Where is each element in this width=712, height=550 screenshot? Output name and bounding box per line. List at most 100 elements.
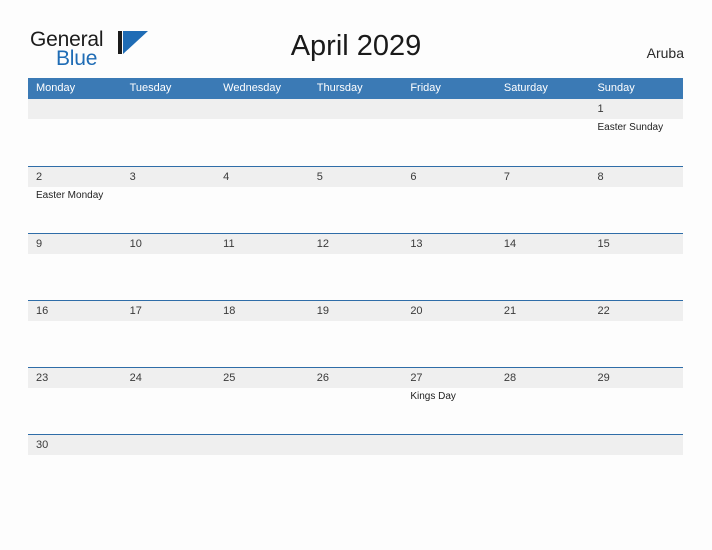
calendar-day-cell[interactable]: 7 <box>496 167 590 233</box>
calendar-week-row: 1 Easter Sunday <box>28 99 683 166</box>
page-title: April 2029 <box>290 30 422 62</box>
day-number: 14 <box>503 238 517 250</box>
day-number <box>504 99 590 119</box>
day-number: 2 <box>36 171 43 183</box>
day-number: 17 <box>129 305 142 317</box>
calendar-day-cell[interactable]: 6 <box>402 167 496 233</box>
calendar-week-cells: 2 Easter Monday 3 4 5 6 7 8 <box>28 167 683 233</box>
calendar-day-cell[interactable] <box>496 99 590 166</box>
calendar-day-cell[interactable]: 5 <box>309 167 403 233</box>
day-number: 20 <box>410 305 423 317</box>
calendar-day-cell[interactable]: 25 <box>215 368 309 434</box>
calendar-day-cell[interactable] <box>589 435 683 456</box>
day-number: 29 <box>597 372 610 384</box>
day-number: 13 <box>410 238 423 250</box>
page-header: General Blue April 2029 Aruba <box>0 0 712 78</box>
calendar-day-cell[interactable]: 20 <box>402 301 496 367</box>
calendar-day-cell[interactable]: 4 <box>215 167 309 233</box>
day-number: 22 <box>597 305 610 317</box>
day-number <box>130 435 216 455</box>
calendar-day-cell[interactable]: 9 <box>28 234 122 300</box>
calendar-day-cell[interactable] <box>309 99 403 166</box>
day-number: 1 <box>597 103 604 115</box>
calendar-day-cell[interactable] <box>215 99 309 166</box>
day-number <box>130 99 216 119</box>
weekday-header-wednesday: Wednesday <box>223 82 282 94</box>
day-number: 24 <box>129 372 142 384</box>
day-number: 27 <box>410 372 423 384</box>
calendar-day-cell[interactable] <box>402 99 496 166</box>
day-event-label: Kings Day <box>410 391 456 402</box>
calendar-day-cell[interactable] <box>309 435 403 456</box>
weekday-header-saturday: Saturday <box>503 82 548 94</box>
calendar-day-cell[interactable]: 22 <box>589 301 683 367</box>
day-event-label: Easter Monday <box>36 190 104 201</box>
calendar-day-cell[interactable] <box>215 435 309 456</box>
weekday-header-tuesday: Tuesday <box>129 82 172 94</box>
calendar-day-cell[interactable] <box>122 99 216 166</box>
weekday-header-row: Monday Tuesday Wednesday Thursday Friday… <box>28 78 683 99</box>
calendar-day-cell[interactable] <box>402 435 496 456</box>
calendar-week-row: 9 10 11 12 13 14 15 <box>28 233 683 300</box>
calendar-day-cell[interactable]: 3 <box>122 167 216 233</box>
calendar-day-cell[interactable]: 16 <box>28 301 122 367</box>
calendar-day-cell[interactable]: 2 Easter Monday <box>28 167 122 233</box>
day-number <box>504 435 590 455</box>
day-number <box>317 435 403 455</box>
calendar-day-cell[interactable]: 12 <box>309 234 403 300</box>
day-event-label: Easter Sunday <box>597 122 664 133</box>
calendar-day-cell[interactable]: 13 <box>402 234 496 300</box>
calendar-day-cell[interactable]: 30 <box>28 435 122 456</box>
calendar-day-cell[interactable]: 11 <box>215 234 309 300</box>
calendar-week-cells: 23 24 25 26 27 Kings Day 28 29 <box>28 368 683 434</box>
calendar-day-cell[interactable]: 14 <box>496 234 590 300</box>
calendar-week-row: 23 24 25 26 27 Kings Day 28 29 <box>28 367 683 434</box>
calendar-day-cell[interactable] <box>496 435 590 456</box>
day-number: 7 <box>503 171 511 183</box>
calendar-day-cell[interactable]: 1 Easter Sunday <box>589 99 683 166</box>
calendar-week-cells: 30 <box>28 435 683 456</box>
day-number: 21 <box>503 305 517 317</box>
day-number: 8 <box>597 171 604 183</box>
day-number <box>223 99 309 119</box>
day-number: 19 <box>316 305 329 317</box>
day-number: 16 <box>36 305 49 317</box>
day-number: 11 <box>223 238 235 250</box>
weekday-header-thursday: Thursday <box>316 82 363 94</box>
weekday-header-friday: Friday <box>410 82 441 94</box>
calendar-day-cell[interactable]: 27 Kings Day <box>402 368 496 434</box>
day-number: 28 <box>503 372 517 384</box>
calendar-day-cell[interactable]: 17 <box>122 301 216 367</box>
calendar-week-cells: 1 Easter Sunday <box>28 99 683 166</box>
day-number: 26 <box>316 372 329 384</box>
calendar-day-cell[interactable]: 21 <box>496 301 590 367</box>
calendar-day-cell[interactable]: 24 <box>122 368 216 434</box>
day-number: 18 <box>223 305 236 317</box>
calendar-day-cell[interactable]: 8 <box>589 167 683 233</box>
calendar-day-cell[interactable]: 15 <box>589 234 683 300</box>
day-number: 23 <box>36 372 49 384</box>
calendar-weeks: 1 Easter Sunday 2 Easter Monday 3 4 5 6 7 8 9 10 11 1… <box>28 99 683 456</box>
calendar-day-cell[interactable]: 29 <box>589 368 683 434</box>
calendar-day-cell[interactable]: 18 <box>215 301 309 367</box>
calendar-day-cell[interactable]: 26 <box>309 368 403 434</box>
day-number <box>410 99 496 119</box>
day-number <box>223 435 309 455</box>
calendar-week-cells: 16 17 18 19 20 21 22 <box>28 301 683 367</box>
calendar-day-cell[interactable]: 28 <box>496 368 590 434</box>
calendar-week-row: 2 Easter Monday 3 4 5 6 7 8 <box>28 166 683 233</box>
day-number: 10 <box>129 238 142 250</box>
calendar-day-cell[interactable]: 10 <box>122 234 216 300</box>
calendar-day-cell[interactable] <box>122 435 216 456</box>
day-number: 3 <box>129 171 136 183</box>
day-number: 5 <box>316 171 323 183</box>
calendar-week-row: 30 <box>28 434 683 456</box>
day-number: 9 <box>36 238 43 250</box>
calendar-day-cell[interactable]: 23 <box>28 368 122 434</box>
calendar-day-cell[interactable] <box>28 99 122 166</box>
calendar-grid: Monday Tuesday Wednesday Thursday Friday… <box>28 78 683 456</box>
calendar-day-cell[interactable]: 19 <box>309 301 403 367</box>
day-number: 6 <box>410 171 417 183</box>
calendar-week-cells: 9 10 11 12 13 14 15 <box>28 234 683 300</box>
weekday-header-sunday: Sunday <box>597 82 635 94</box>
